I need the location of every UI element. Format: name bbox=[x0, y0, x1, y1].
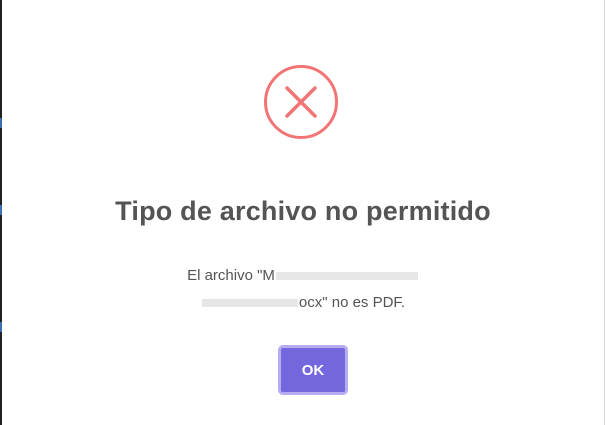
error-dialog: Tipo de archivo no permitido El archivo … bbox=[2, 0, 604, 425]
redacted-filename bbox=[275, 272, 418, 281]
dialog-title: Tipo de archivo no permitido bbox=[115, 196, 491, 226]
screen: Tipo de archivo no permitido El archivo … bbox=[0, 0, 605, 425]
x-mark-icon bbox=[285, 86, 317, 118]
message-prefix: El archivo "M bbox=[187, 267, 275, 284]
ok-button[interactable]: OK bbox=[278, 345, 348, 395]
message-line-1: El archivo "M bbox=[2, 262, 604, 289]
error-x-icon bbox=[264, 65, 338, 139]
message-suffix: ocx" no es PDF. bbox=[298, 294, 406, 311]
redacted-filename bbox=[201, 299, 298, 308]
dialog-message: El archivo "M ocx" no es PDF. bbox=[2, 262, 604, 316]
message-line-2: ocx" no es PDF. bbox=[2, 289, 604, 316]
